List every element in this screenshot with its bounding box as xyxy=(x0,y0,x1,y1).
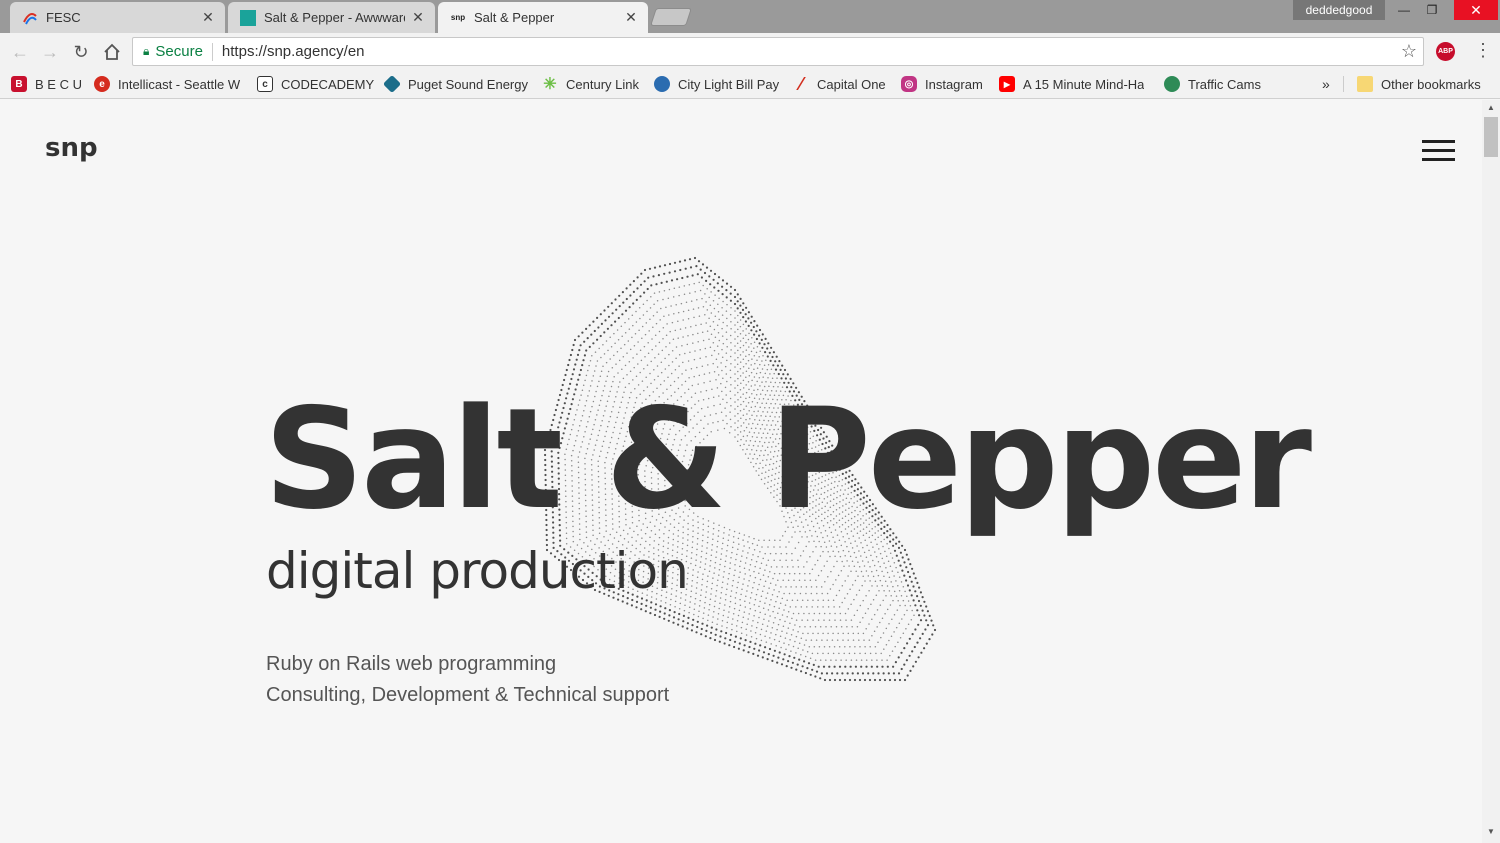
restore-icon[interactable]: ❐ xyxy=(1418,0,1446,20)
secure-label: Secure xyxy=(155,43,203,60)
fesc-logo-icon xyxy=(22,10,38,26)
tab-fesc[interactable]: FESC ✕ xyxy=(10,2,225,33)
close-icon[interactable]: ✕ xyxy=(624,9,638,26)
other-bookmarks[interactable]: Other bookmarks xyxy=(1357,74,1481,94)
capital-one-icon: ⁄ xyxy=(799,73,803,94)
divider xyxy=(1343,76,1344,92)
bookmark-star-icon[interactable]: ☆ xyxy=(1401,41,1417,62)
reload-icon[interactable]: ↻ xyxy=(68,39,94,65)
bookmark-label: Century Link xyxy=(566,76,639,92)
window-close-icon[interactable]: ✕ xyxy=(1454,0,1498,20)
bookmarks-overflow-button[interactable]: » xyxy=(1322,76,1330,92)
url-text[interactable]: https://snp.agency/en xyxy=(222,43,365,60)
codecademy-icon: c xyxy=(257,76,273,92)
hamburger-menu-icon[interactable] xyxy=(1422,140,1455,162)
close-icon[interactable]: ✕ xyxy=(201,9,215,26)
bookmark-traffic-cams[interactable]: Traffic Cams xyxy=(1164,74,1261,94)
bookmark-youtube[interactable]: ▶ A 15 Minute Mind-Ha xyxy=(999,74,1144,94)
bookmark-label: Other bookmarks xyxy=(1381,76,1481,92)
page-content: snp Salt & Pepper digital production Rub… xyxy=(0,100,1482,843)
bookmark-label: Instagram xyxy=(925,76,983,92)
bookmark-label: Traffic Cams xyxy=(1188,76,1261,92)
bookmark-label: Capital One xyxy=(817,76,886,92)
becu-icon: B xyxy=(11,76,27,92)
tab-title: Salt & Pepper - Awwwards xyxy=(264,10,405,25)
site-logo[interactable]: snp xyxy=(45,133,98,163)
bookmark-becu[interactable]: B B E C U xyxy=(11,74,82,94)
lock-icon: 🔒︎ xyxy=(143,44,150,58)
snp-icon: snp xyxy=(450,13,466,22)
browser-toolbar: ← → ↻ 🔒︎ Secure https://snp.agency/en ☆ … xyxy=(0,33,1500,69)
description-line-1: Ruby on Rails web programming xyxy=(266,653,557,675)
folder-icon xyxy=(1357,76,1373,92)
bookmark-label: Intellicast - Seattle W xyxy=(118,76,241,92)
bookmark-label: City Light Bill Pay xyxy=(678,76,780,92)
traffic-cams-icon xyxy=(1164,76,1180,92)
bookmark-codecademy[interactable]: c CODECADEMY xyxy=(257,74,374,94)
forward-arrow-icon[interactable]: → xyxy=(37,39,63,65)
tab-strip: FESC ✕ Salt & Pepper - Awwwards ✕ snp Sa… xyxy=(0,0,1500,33)
bookmark-capital-one[interactable]: ⁄ Capital One xyxy=(793,73,886,94)
awwwards-icon xyxy=(240,9,256,26)
minimize-icon[interactable]: — xyxy=(1390,0,1418,20)
bookmark-label: CODECADEMY xyxy=(281,76,375,92)
scrollbar-thumb[interactable] xyxy=(1484,117,1498,157)
tab-title: FESC xyxy=(46,10,81,25)
pse-icon xyxy=(382,74,402,94)
bookmark-century-link[interactable]: ✳ Century Link xyxy=(542,74,639,94)
bookmark-label: B E C U xyxy=(35,76,82,92)
scroll-down-icon[interactable]: ▼ xyxy=(1484,827,1498,836)
home-icon[interactable] xyxy=(99,39,125,65)
bookmarks-bar: B B E C U e Intellicast - Seattle W c CO… xyxy=(0,69,1500,99)
bookmark-label: A 15 Minute Mind-Ha xyxy=(1023,76,1145,92)
bookmark-instagram[interactable]: ◎ Instagram xyxy=(901,74,983,94)
centurylink-icon: ✳ xyxy=(543,76,557,93)
tab-awwwards[interactable]: Salt & Pepper - Awwwards ✕ xyxy=(228,2,435,33)
instagram-icon: ◎ xyxy=(901,76,917,92)
tab-salt-pepper[interactable]: snp Salt & Pepper ✕ xyxy=(438,2,648,33)
profile-button[interactable]: deddedgood xyxy=(1293,0,1385,20)
description-line-2: Consulting, Development & Technical supp… xyxy=(266,684,670,706)
scrollbar[interactable] xyxy=(1482,100,1500,843)
close-icon[interactable]: ✕ xyxy=(411,9,425,26)
intellicast-icon: e xyxy=(94,76,110,92)
bookmark-puget-sound-energy[interactable]: Puget Sound Energy xyxy=(382,74,528,94)
bookmark-city-light[interactable]: City Light Bill Pay xyxy=(654,74,779,94)
new-tab-button[interactable] xyxy=(650,8,692,26)
youtube-icon: ▶ xyxy=(999,76,1015,92)
hero-title: Salt & Pepper xyxy=(264,378,1312,540)
back-arrow-icon[interactable]: ← xyxy=(7,39,33,65)
divider xyxy=(211,42,213,61)
adblock-plus-icon[interactable]: ABP xyxy=(1436,42,1455,61)
browser-menu-icon[interactable]: ⋮ xyxy=(1474,40,1492,61)
seattle-city-light-icon xyxy=(654,76,670,92)
bookmark-label: Puget Sound Energy xyxy=(408,76,528,92)
scroll-up-icon[interactable]: ▲ xyxy=(1484,103,1498,112)
address-bar[interactable]: 🔒︎ Secure https://snp.agency/en ☆ xyxy=(132,37,1424,66)
bookmark-intellicast[interactable]: e Intellicast - Seattle W xyxy=(94,74,240,94)
hero-subtitle: digital production xyxy=(266,542,689,600)
tab-title: Salt & Pepper xyxy=(474,10,555,25)
